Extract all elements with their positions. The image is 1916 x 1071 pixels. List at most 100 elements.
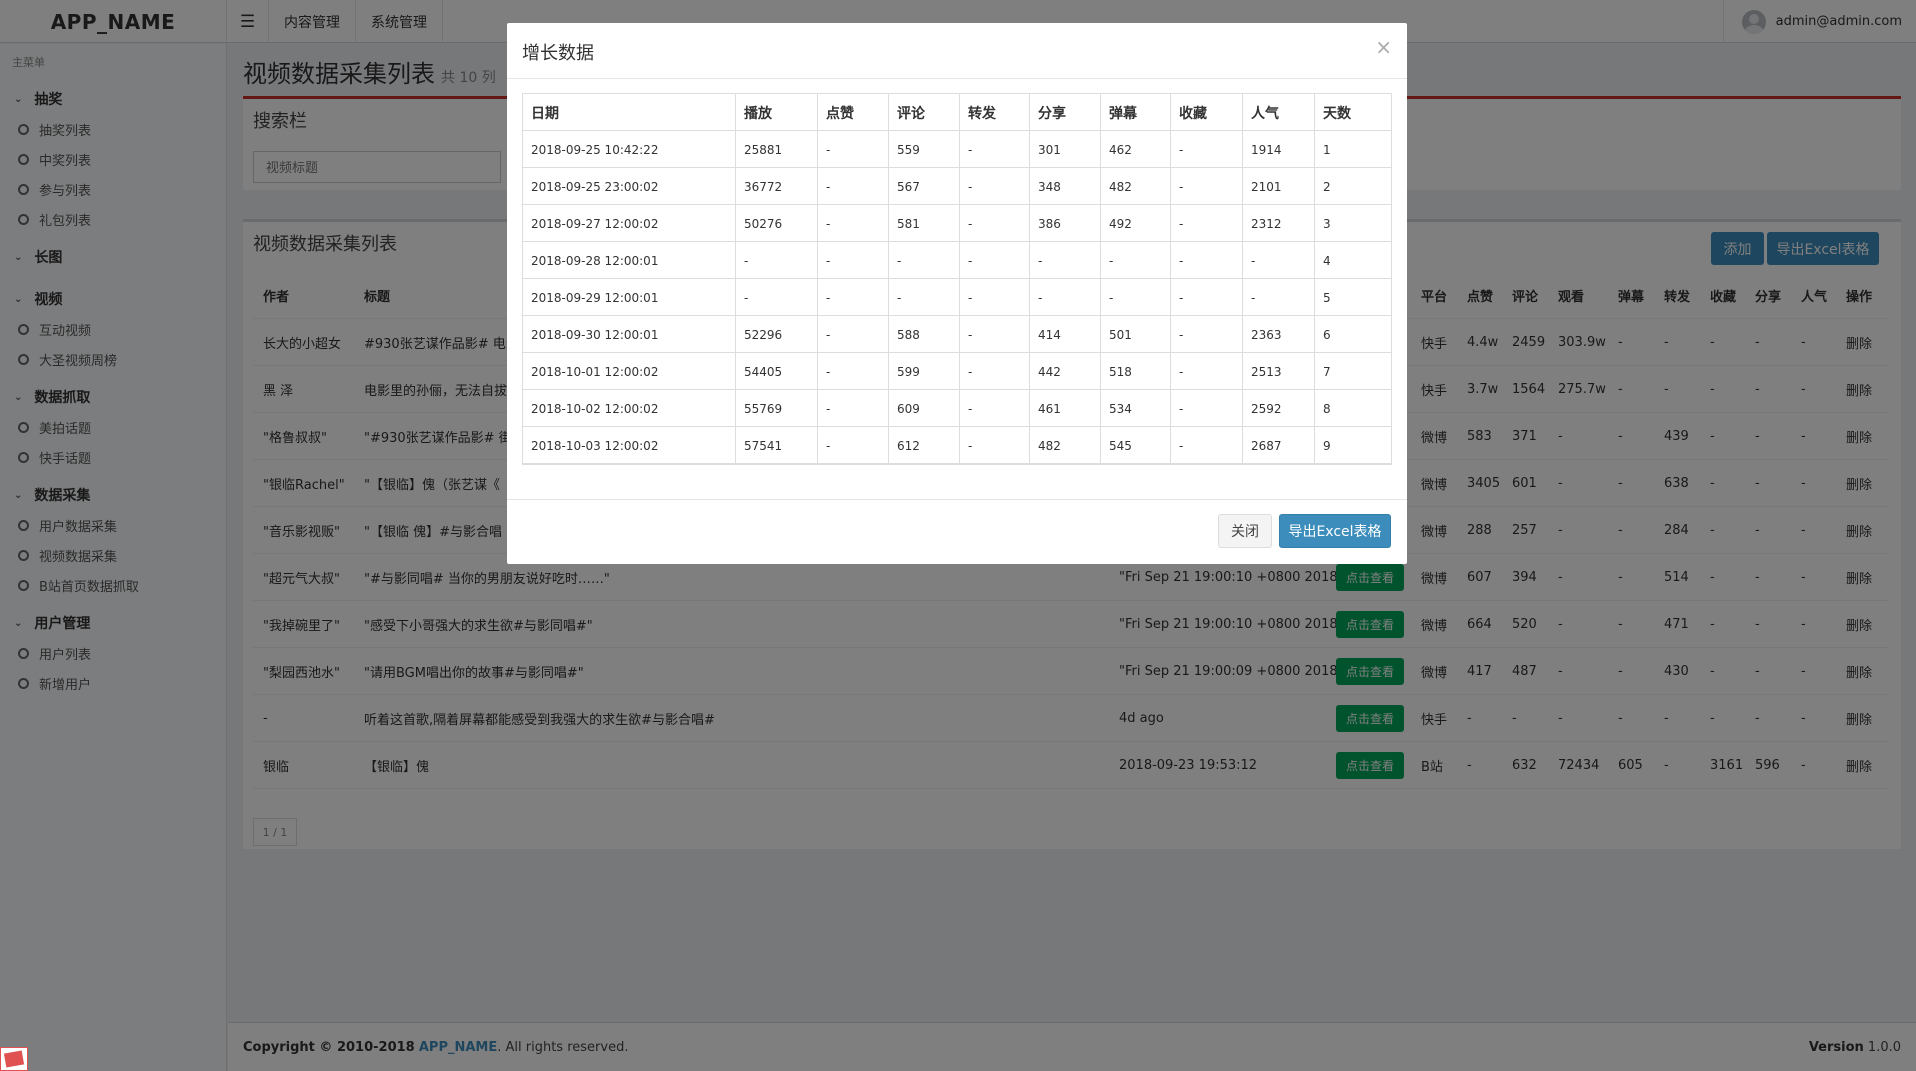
modal-table-cell: 501 [1101,316,1171,353]
modal-table-row: 2018-09-25 10:42:22 25881-559-301 462-1914… [523,131,1391,168]
modal-table-cell: 52296 [736,316,818,353]
modal-column-header: 弹幕 [1101,94,1171,131]
modal-header: 增长数据 × [507,23,1407,79]
modal-table-cell: 1914 [1243,131,1315,168]
modal-table-cell: 8 [1323,401,1331,416]
modal-table-cell: - [1171,168,1243,205]
modal-table-cell: - [1171,242,1243,279]
modal-table-cell: 2018-10-02 12:00:02 [523,390,736,427]
modal-table-cell: 2018-09-29 12:00:01 [523,279,736,316]
growth-data-table: 日期 播放 点赞 评论 转发 分享 弹幕 收藏 人气 天数 2018-09-25 10:42:22 2… [522,93,1392,465]
modal-table-cell: - [960,131,1030,168]
modal-table-cell: 3 [1323,216,1331,231]
modal-table-cell: 6 [1323,327,1331,342]
modal-table-cell: 386 [1030,205,1101,242]
modal-column-header: 评论 [889,94,960,131]
modal-table-cell: 2363 [1243,316,1315,353]
modal-table-cell: - [1101,242,1171,279]
modal-table-cell: - [1243,242,1315,279]
growth-data-modal: 增长数据 × 日期 播放 点赞 评论 转发 分享 弹幕 收藏 人气 天数 2018-09-25 10… [507,23,1407,564]
modal-table-cell: 4 [1323,253,1331,268]
modal-table-cell: 599 [889,353,960,390]
modal-table-cell: 2018-09-25 23:00:02 [523,168,736,205]
modal-table-cell: - [889,279,960,316]
modal-table-cell: 545 [1101,427,1171,464]
modal-table-cell: 492 [1101,205,1171,242]
modal-column-header: 播放 [736,94,818,131]
close-icon[interactable]: × [1375,35,1392,59]
modal-table-cell: 2018-09-27 12:00:02 [523,205,736,242]
modal-column-header: 转发 [960,94,1030,131]
close-button[interactable]: 关闭 [1218,514,1272,548]
modal-table-row: 2018-09-30 12:00:01 52296-588-414 501-2363… [523,316,1391,353]
modal-table-cell: 25881 [736,131,818,168]
modal-table-cell: 612 [889,427,960,464]
modal-table-cell: 588 [889,316,960,353]
modal-table-cell: 57541 [736,427,818,464]
modal-table-cell: - [736,279,818,316]
modal-column-header: 天数 [1323,105,1351,122]
modal-table-cell: - [818,168,889,205]
modal-table-cell: - [818,279,889,316]
modal-table-cell: 482 [1101,168,1171,205]
modal-table-cell: 2513 [1243,353,1315,390]
modal-table-cell: - [1243,279,1315,316]
modal-table-cell: 2312 [1243,205,1315,242]
modal-table-cell: - [1171,316,1243,353]
modal-table-cell: - [1101,279,1171,316]
modal-table-cell: - [889,242,960,279]
modal-table-cell: - [1171,353,1243,390]
modal-table-cell: 482 [1030,427,1101,464]
modal-table-cell: 461 [1030,390,1101,427]
modal-table-row: 2018-09-25 23:00:02 36772-567-348 482-2101… [523,168,1391,205]
modal-table-cell: - [960,353,1030,390]
modal-table-cell: - [736,242,818,279]
modal-column-header: 点赞 [818,94,889,131]
modal-table-cell: 348 [1030,168,1101,205]
modal-table-cell: 9 [1323,438,1331,453]
modal-table-cell: 559 [889,131,960,168]
modal-table-row: 2018-09-29 12:00:01- - - - - - - -5 [523,279,1391,316]
modal-table-cell: - [960,168,1030,205]
modal-table-row: 2018-10-03 12:00:02 57541-612-482 545-2687… [523,427,1391,464]
modal-table-row: 2018-09-28 12:00:01- - - - - - - -4 [523,242,1391,279]
modal-table-cell: - [1171,279,1243,316]
modal-export-excel-button[interactable]: 导出Excel表格 [1279,514,1391,548]
modal-table-cell: 2018-09-25 10:42:22 [523,131,736,168]
modal-footer: 关闭 导出Excel表格 [507,499,1407,564]
modal-table-cell: 414 [1030,316,1101,353]
corner-logo-icon[interactable] [0,1047,28,1071]
modal-table-cell: - [1171,390,1243,427]
modal-table-cell: 2018-10-03 12:00:02 [523,427,736,464]
modal-table-cell: 5 [1323,290,1331,305]
modal-table-cell: 462 [1101,131,1171,168]
modal-table-cell: - [1171,205,1243,242]
modal-table-cell: 36772 [736,168,818,205]
modal-table-cell: 55769 [736,390,818,427]
modal-table-cell: 609 [889,390,960,427]
modal-column-header: 收藏 [1171,94,1243,131]
modal-table-cell: - [818,205,889,242]
modal-title: 增长数据 [522,43,594,64]
modal-table-cell: - [960,390,1030,427]
modal-table-cell: 54405 [736,353,818,390]
modal-table-row: 2018-10-01 12:00:02 54405-599-442 518-2513… [523,353,1391,390]
modal-table-cell: 581 [889,205,960,242]
modal-table-cell: 2687 [1243,427,1315,464]
modal-table-cell: - [960,242,1030,279]
modal-table-cell: 2101 [1243,168,1315,205]
modal-column-header: 人气 [1243,94,1315,131]
modal-table-cell: 50276 [736,205,818,242]
modal-table-cell: 442 [1030,353,1101,390]
modal-column-header: 日期 [523,94,736,131]
modal-table-cell: - [1171,427,1243,464]
modal-table-cell: 567 [889,168,960,205]
modal-table-cell: - [1030,279,1101,316]
modal-table-cell: - [960,427,1030,464]
modal-table-cell: - [818,390,889,427]
modal-table-cell: - [818,353,889,390]
modal-table-cell: - [1171,131,1243,168]
modal-table-cell: 1 [1323,142,1331,157]
modal-table-cell: 7 [1323,364,1331,379]
modal-table-cell: 301 [1030,131,1101,168]
